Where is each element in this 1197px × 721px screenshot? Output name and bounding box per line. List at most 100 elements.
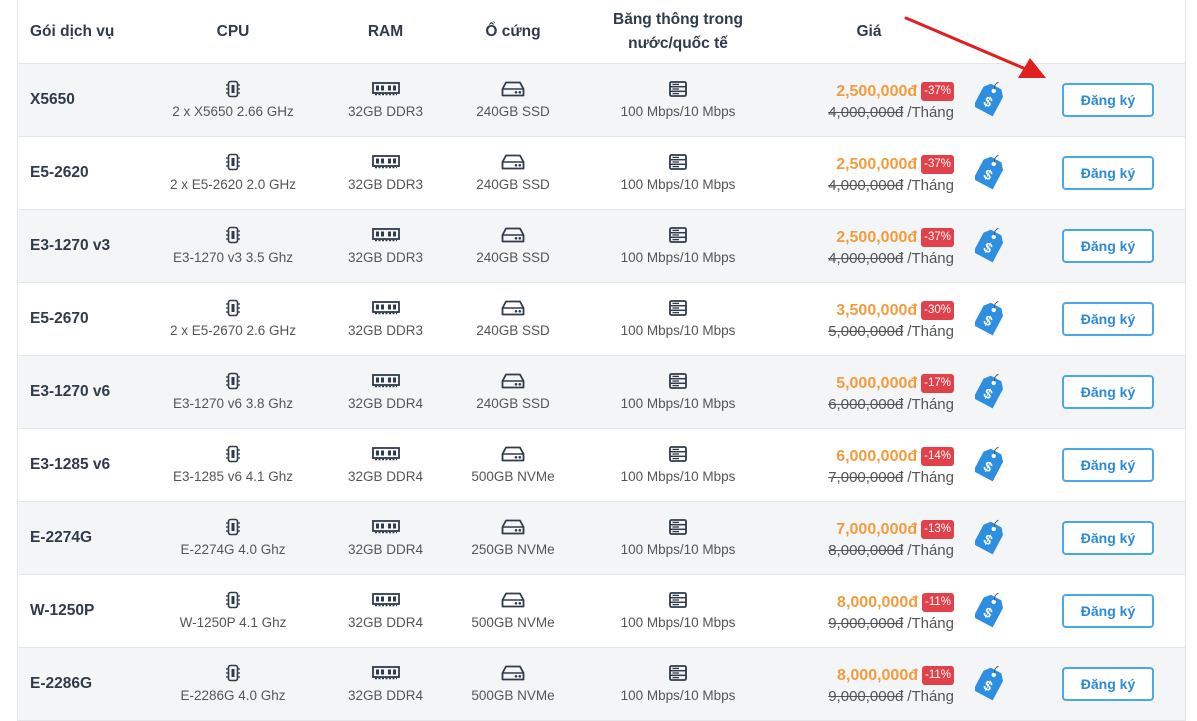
price-line: 2,500,000đ -37% [836,153,954,177]
ram-value: 32GB DDR3 [347,177,424,192]
cpu-icon [226,299,240,317]
header-cpu: CPU [216,22,250,40]
price-line: 8,000,000đ -11% [837,664,954,688]
bandwidth-cell: 100 Mbps/10 Mbps [583,575,773,647]
register-button[interactable]: Đăng ký [1062,83,1154,117]
server-icon [669,591,687,609]
bandwidth-cell: 100 Mbps/10 Mbps [583,429,773,501]
register-button[interactable]: Đăng ký [1062,521,1154,555]
old-price-line: 4,000,000đ/Tháng [828,250,954,267]
cpu-icon [226,226,240,244]
ram-cell: 32GB DDR4 [318,429,453,501]
per-month-label: /Tháng [907,468,954,486]
memory-icon [371,153,400,171]
ram-cell: 32GB DDR4 [318,575,453,647]
bandwidth-cell: 100 Mbps/10 Mbps [583,283,773,355]
disk-cell: 500GB NVMe [448,429,578,501]
price-cell: 3,500,000đ -30% 5,000,000đ/Tháng [778,283,954,355]
ram-cell: 32GB DDR3 [318,283,453,355]
price-cell: 2,500,000đ -37% 4,000,000đ/Tháng [778,137,954,209]
memory-icon [371,226,400,244]
price-tag-icon: $ [973,517,1005,560]
cpu-icon [226,664,240,682]
cpu-value: 2 x E5-2670 2.6 GHz [169,323,297,338]
per-month-label: /Tháng [907,103,954,121]
price-line: 6,000,000đ -14% [836,445,954,469]
cpu-icon [226,518,240,536]
price-cell: 7,000,000đ -13% 8,000,000đ/Tháng [778,502,954,574]
table-row: E5-2620 2 x E5-2620 2.0 GHz 32GB DDR3 24… [18,137,1185,210]
cpu-cell: E3-1270 v6 3.8 Ghz [158,356,308,428]
hard-drive-icon [501,591,525,609]
disk-value: 240GB SSD [476,396,550,411]
bandwidth-cell: 100 Mbps/10 Mbps [583,210,773,282]
register-button[interactable]: Đăng ký [1062,594,1154,628]
cpu-icon [226,153,240,171]
server-icon [669,80,687,98]
ram-value: 32GB DDR4 [347,542,424,557]
register-button[interactable]: Đăng ký [1062,302,1154,336]
old-price-line: 6,000,000đ/Tháng [828,396,954,413]
register-cell: Đăng ký [1048,502,1168,574]
register-button[interactable]: Đăng ký [1062,229,1154,263]
ram-cell: 32GB DDR4 [318,648,453,720]
price-line: 8,000,000đ -11% [837,591,954,615]
disk-value: 240GB SSD [476,323,550,338]
table-row: E-2286G E-2286G 4.0 Ghz 32GB DDR4 500GB … [18,648,1185,721]
discount-badge: -13% [921,520,954,539]
sale-price: 2,500,000đ [836,155,918,173]
register-button[interactable]: Đăng ký [1062,448,1154,482]
table-body: X5650 2 x X5650 2.66 GHz 32GB DDR3 240GB… [18,64,1185,721]
bandwidth-value: 100 Mbps/10 Mbps [620,469,736,484]
cpu-cell: E3-1270 v3 3.5 Ghz [158,210,308,282]
plan-name: E3-1270 v6 [30,383,111,400]
price-line: 5,000,000đ -17% [836,372,954,396]
ram-cell: 32GB DDR4 [318,356,453,428]
hard-drive-icon [501,518,525,536]
ram-cell: 32GB DDR3 [318,137,453,209]
server-icon [669,226,687,244]
bandwidth-cell: 100 Mbps/10 Mbps [583,648,773,720]
register-button[interactable]: Đăng ký [1062,667,1154,701]
memory-icon [371,299,400,317]
disk-value: 240GB SSD [476,250,550,265]
discount-badge: -37% [921,155,954,174]
annotation-arrow-icon [904,16,1046,78]
price-tag-icon: $ [973,663,1005,706]
price-tag-cell: $ [970,648,1010,720]
price-line: 3,500,000đ -30% [836,299,954,323]
bandwidth-cell: 100 Mbps/10 Mbps [583,137,773,209]
ram-value: 32GB DDR3 [347,104,424,119]
table-row: W-1250P W-1250P 4.1 Ghz 32GB DDR4 500GB … [18,575,1185,648]
price-tag-icon: $ [973,371,1005,414]
ram-cell: 32GB DDR3 [318,210,453,282]
server-icon [669,664,687,682]
register-cell: Đăng ký [1048,283,1168,355]
discount-badge: -14% [921,447,954,466]
discount-badge: -30% [921,301,954,320]
price-tag-cell: $ [970,283,1010,355]
old-price: 8,000,000đ [828,541,904,559]
per-month-label: /Tháng [907,249,954,267]
memory-icon [371,664,400,682]
hard-drive-icon [501,372,525,390]
bandwidth-cell: 100 Mbps/10 Mbps [583,356,773,428]
price-cell: 5,000,000đ -17% 6,000,000đ/Tháng [778,356,954,428]
header-bandwidth-line2: nước/quốc tế [628,34,728,52]
bandwidth-value: 100 Mbps/10 Mbps [620,615,736,630]
cpu-icon [226,80,240,98]
register-button[interactable]: Đăng ký [1062,375,1154,409]
discount-badge: -37% [921,228,954,247]
server-icon [669,372,687,390]
sale-price: 5,000,000đ [836,374,918,392]
bandwidth-value: 100 Mbps/10 Mbps [620,104,736,119]
price-tag-icon: $ [973,152,1005,195]
table-row: E3-1270 v6 E3-1270 v6 3.8 Ghz 32GB DDR4 … [18,356,1185,429]
register-button[interactable]: Đăng ký [1062,156,1154,190]
price-tag-cell: $ [970,429,1010,501]
disk-cell: 240GB SSD [448,356,578,428]
ram-value: 32GB DDR3 [347,250,424,265]
bandwidth-value: 100 Mbps/10 Mbps [620,396,736,411]
cpu-value: E3-1285 v6 4.1 Ghz [172,469,294,484]
old-price: 7,000,000đ [828,468,904,486]
